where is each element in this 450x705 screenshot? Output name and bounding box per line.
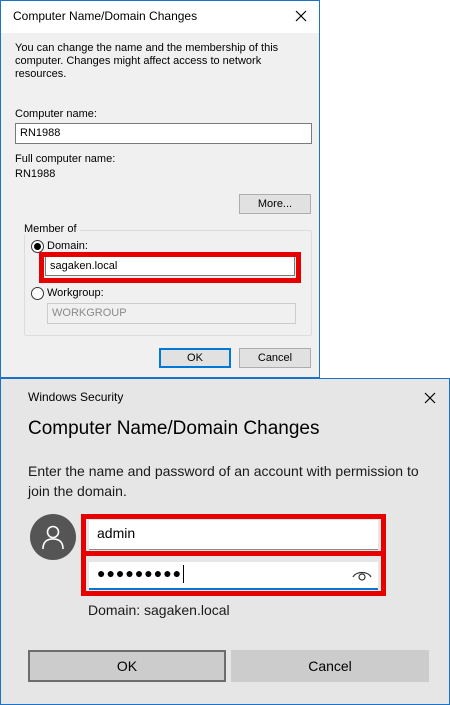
windows-security-dialog: Windows Security Computer Name/Domain Ch…	[0, 378, 450, 705]
computer-name-dialog: Computer Name/Domain Changes You can cha…	[0, 0, 320, 378]
username-input[interactable]: admin	[89, 520, 378, 550]
dialog-description: Enter the name and password of an accoun…	[28, 463, 419, 499]
workgroup-radio[interactable]	[31, 287, 44, 300]
title-bar: Computer Name/Domain Changes	[1, 1, 319, 33]
window-title: Windows Security	[28, 390, 124, 404]
workgroup-input[interactable]: WORKGROUP	[47, 303, 296, 324]
domain-radio[interactable]	[31, 240, 44, 253]
dialog-title: Computer Name/Domain Changes	[13, 9, 198, 23]
full-computer-name-value: RN1988	[15, 168, 56, 180]
domain-info: Domain: sagaken.local	[88, 602, 230, 618]
computer-name-label: Computer name:	[15, 108, 97, 120]
highlight-divider	[86, 551, 381, 556]
ok-button[interactable]: OK	[159, 348, 231, 368]
workgroup-radio-label[interactable]: Workgroup:	[47, 287, 104, 300]
domain-radio-label[interactable]: Domain:	[47, 240, 88, 253]
dialog-heading: Computer Name/Domain Changes	[28, 418, 320, 439]
domain-input[interactable]: sagaken.local	[45, 256, 295, 276]
close-icon[interactable]	[417, 386, 443, 410]
member-of-label: Member of	[21, 223, 80, 235]
intro-text: You can change the name and the membersh…	[15, 42, 279, 80]
password-input[interactable]: ●●●●●●●●●	[89, 562, 378, 590]
user-avatar-icon	[30, 514, 76, 560]
computer-name-input[interactable]: RN1988	[15, 123, 312, 144]
cancel-button[interactable]: Cancel	[239, 348, 311, 368]
text-caret	[183, 565, 185, 584]
cancel-button[interactable]: Cancel	[231, 650, 429, 682]
more-button[interactable]: More...	[239, 194, 311, 214]
ok-button[interactable]: OK	[28, 650, 226, 682]
close-icon[interactable]	[287, 3, 315, 29]
eye-icon[interactable]	[352, 567, 372, 583]
password-masked-value: ●●●●●●●●●	[97, 565, 183, 581]
full-computer-name-label: Full computer name:	[15, 153, 116, 165]
